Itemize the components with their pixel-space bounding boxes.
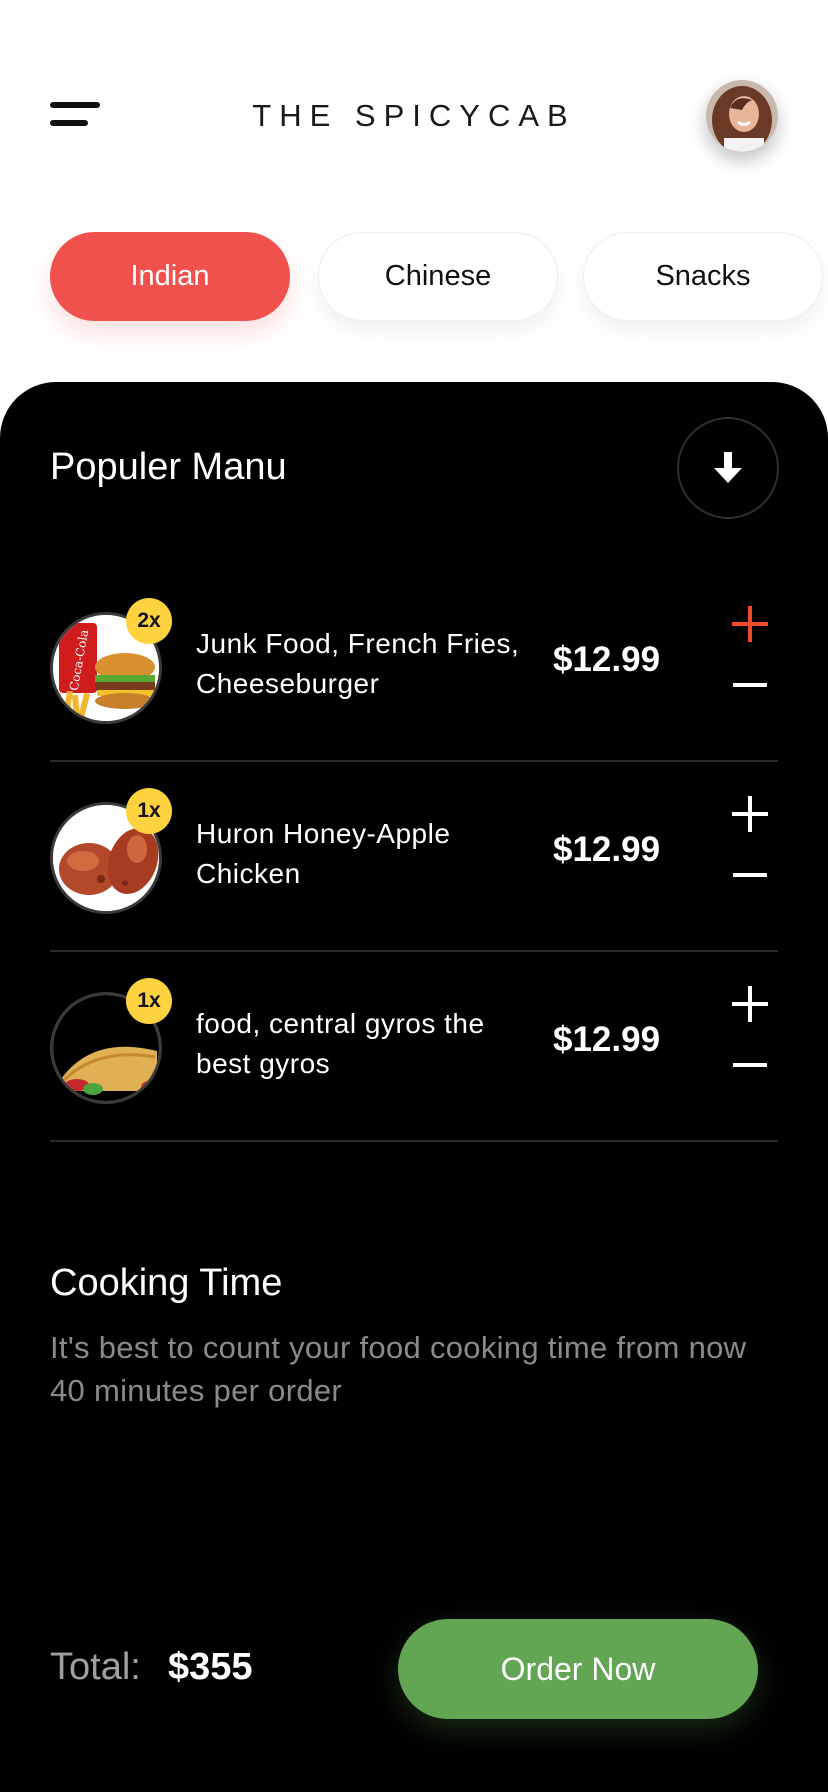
remove-quantity-button[interactable] [730, 1056, 770, 1076]
minus-icon [733, 873, 767, 877]
quantity-badge: 2x [126, 598, 172, 644]
order-now-button[interactable]: Order Now [398, 1619, 758, 1719]
quantity-badge: 1x [126, 978, 172, 1024]
item-name: Huron Honey-Apple Chicken [196, 818, 451, 889]
item-name: food, central gyros the best gyros [196, 1008, 485, 1079]
tab-snacks[interactable]: Snacks [583, 232, 823, 321]
add-quantity-button[interactable] [730, 982, 770, 1026]
arrow-down-icon [714, 452, 742, 483]
expand-button[interactable] [677, 417, 779, 519]
total-value: $355 [168, 1646, 253, 1688]
cooking-time-title: Cooking Time [50, 1262, 283, 1304]
tab-chinese[interactable]: Chinese [318, 232, 558, 321]
plus-icon [732, 796, 768, 832]
item-name: Junk Food, French Fries, Cheeseburger [196, 628, 520, 699]
list-item[interactable]: Coca-Cola 2x Junk Food, French Fries, Ch… [50, 572, 778, 762]
remove-quantity-button[interactable] [730, 676, 770, 696]
quantity-badge: 1x [126, 788, 172, 834]
app-header: THE SPICYCAB [0, 0, 828, 200]
item-price: $12.99 [553, 830, 661, 869]
item-price: $12.99 [553, 640, 661, 679]
total-label: Total: [50, 1646, 141, 1688]
tab-indian[interactable]: Indian [50, 232, 290, 321]
minus-icon [733, 683, 767, 687]
cooking-time-description: It's best to count your food cooking tim… [50, 1330, 747, 1408]
item-price: $12.99 [553, 1020, 661, 1059]
menu-panel: Populer Manu Coca-Cola 2x Junk Food, Fre… [0, 382, 828, 1792]
user-avatar[interactable] [706, 80, 778, 152]
remove-quantity-button[interactable] [730, 866, 770, 886]
section-title: Populer Manu [50, 446, 287, 488]
avatar-image [706, 80, 778, 152]
minus-icon [733, 1063, 767, 1067]
plus-icon [732, 986, 768, 1022]
plus-icon [732, 606, 768, 642]
app-title: THE SPICYCAB [252, 98, 576, 133]
list-item[interactable]: 1x food, central gyros the best gyros $1… [50, 952, 778, 1142]
category-tabs: Indian Chinese Snacks [0, 232, 828, 324]
list-item[interactable]: 1x Huron Honey-Apple Chicken $12.99 [50, 762, 778, 952]
add-quantity-button[interactable] [730, 792, 770, 836]
add-quantity-button[interactable] [730, 602, 770, 646]
